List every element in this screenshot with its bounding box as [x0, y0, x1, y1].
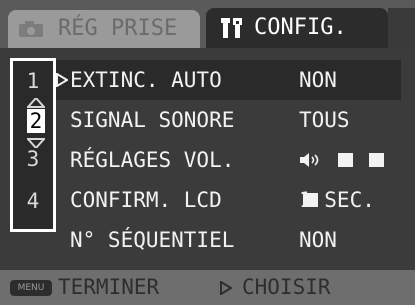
footer-select-label: CHOISIR [242, 275, 331, 299]
setting-name: RÉGLAGES VOL. [70, 148, 235, 172]
setting-name: CONFIRM. LCD [70, 188, 222, 212]
setting-value: NON [299, 68, 337, 92]
page-number[interactable]: 3 [13, 147, 53, 171]
page-selector[interactable]: 1 2 3 4 [10, 58, 56, 232]
page-number[interactable]: 4 [13, 189, 53, 213]
tab-bar: RÉG PRISE CONFIG. [0, 0, 415, 48]
footer-exit-label: TERMINER [58, 275, 160, 299]
camera-menu-screen: RÉG PRISE CONFIG. 1 2 3 4 EXTINC. AUTO N… [0, 0, 415, 305]
tab-bar-edge [388, 8, 415, 48]
volume-indicator [299, 152, 401, 207]
setting-name: SIGNAL SONORE [70, 108, 235, 132]
setting-row-sequential-number[interactable]: N° SÉQUENTIEL NON [56, 220, 401, 260]
setting-value: NON [299, 228, 337, 252]
tab-shooting-label: RÉG PRISE [58, 16, 178, 41]
speaker-icon [300, 153, 319, 167]
tab-setup-label: CONFIG. [254, 15, 347, 40]
setting-value: TOUS [299, 108, 350, 132]
camera-icon [19, 21, 43, 37]
tab-setup[interactable]: CONFIG. [206, 8, 388, 48]
setting-name: EXTINC. AUTO [70, 68, 222, 92]
play-arrow-icon [56, 73, 68, 87]
play-arrow-icon [220, 281, 232, 295]
setting-row-beep-sound[interactable]: SIGNAL SONORE TOUS [56, 100, 401, 140]
menu-key-icon[interactable]: MENU [10, 280, 52, 296]
setting-row-lcd-confirm[interactable]: CONFIRM. LCD 1 SEC. [56, 180, 401, 220]
setting-name: N° SÉQUENTIEL [70, 228, 235, 252]
footer-bar: MENU TERMINER CHOISIR [0, 270, 415, 305]
page-number-selected[interactable]: 2 [27, 109, 45, 133]
page-number[interactable]: 1 [13, 69, 53, 93]
tools-icon [221, 18, 242, 38]
volume-bar [369, 153, 385, 167]
tab-shooting-settings[interactable]: RÉG PRISE [8, 10, 200, 48]
setting-row-auto-power-off[interactable]: EXTINC. AUTO NON [56, 60, 401, 100]
up-arrow-icon [27, 98, 45, 108]
setting-row-volume[interactable]: RÉGLAGES VOL. [56, 140, 401, 207]
setting-value: 1 SEC. [299, 188, 375, 212]
volume-bar [337, 153, 353, 167]
